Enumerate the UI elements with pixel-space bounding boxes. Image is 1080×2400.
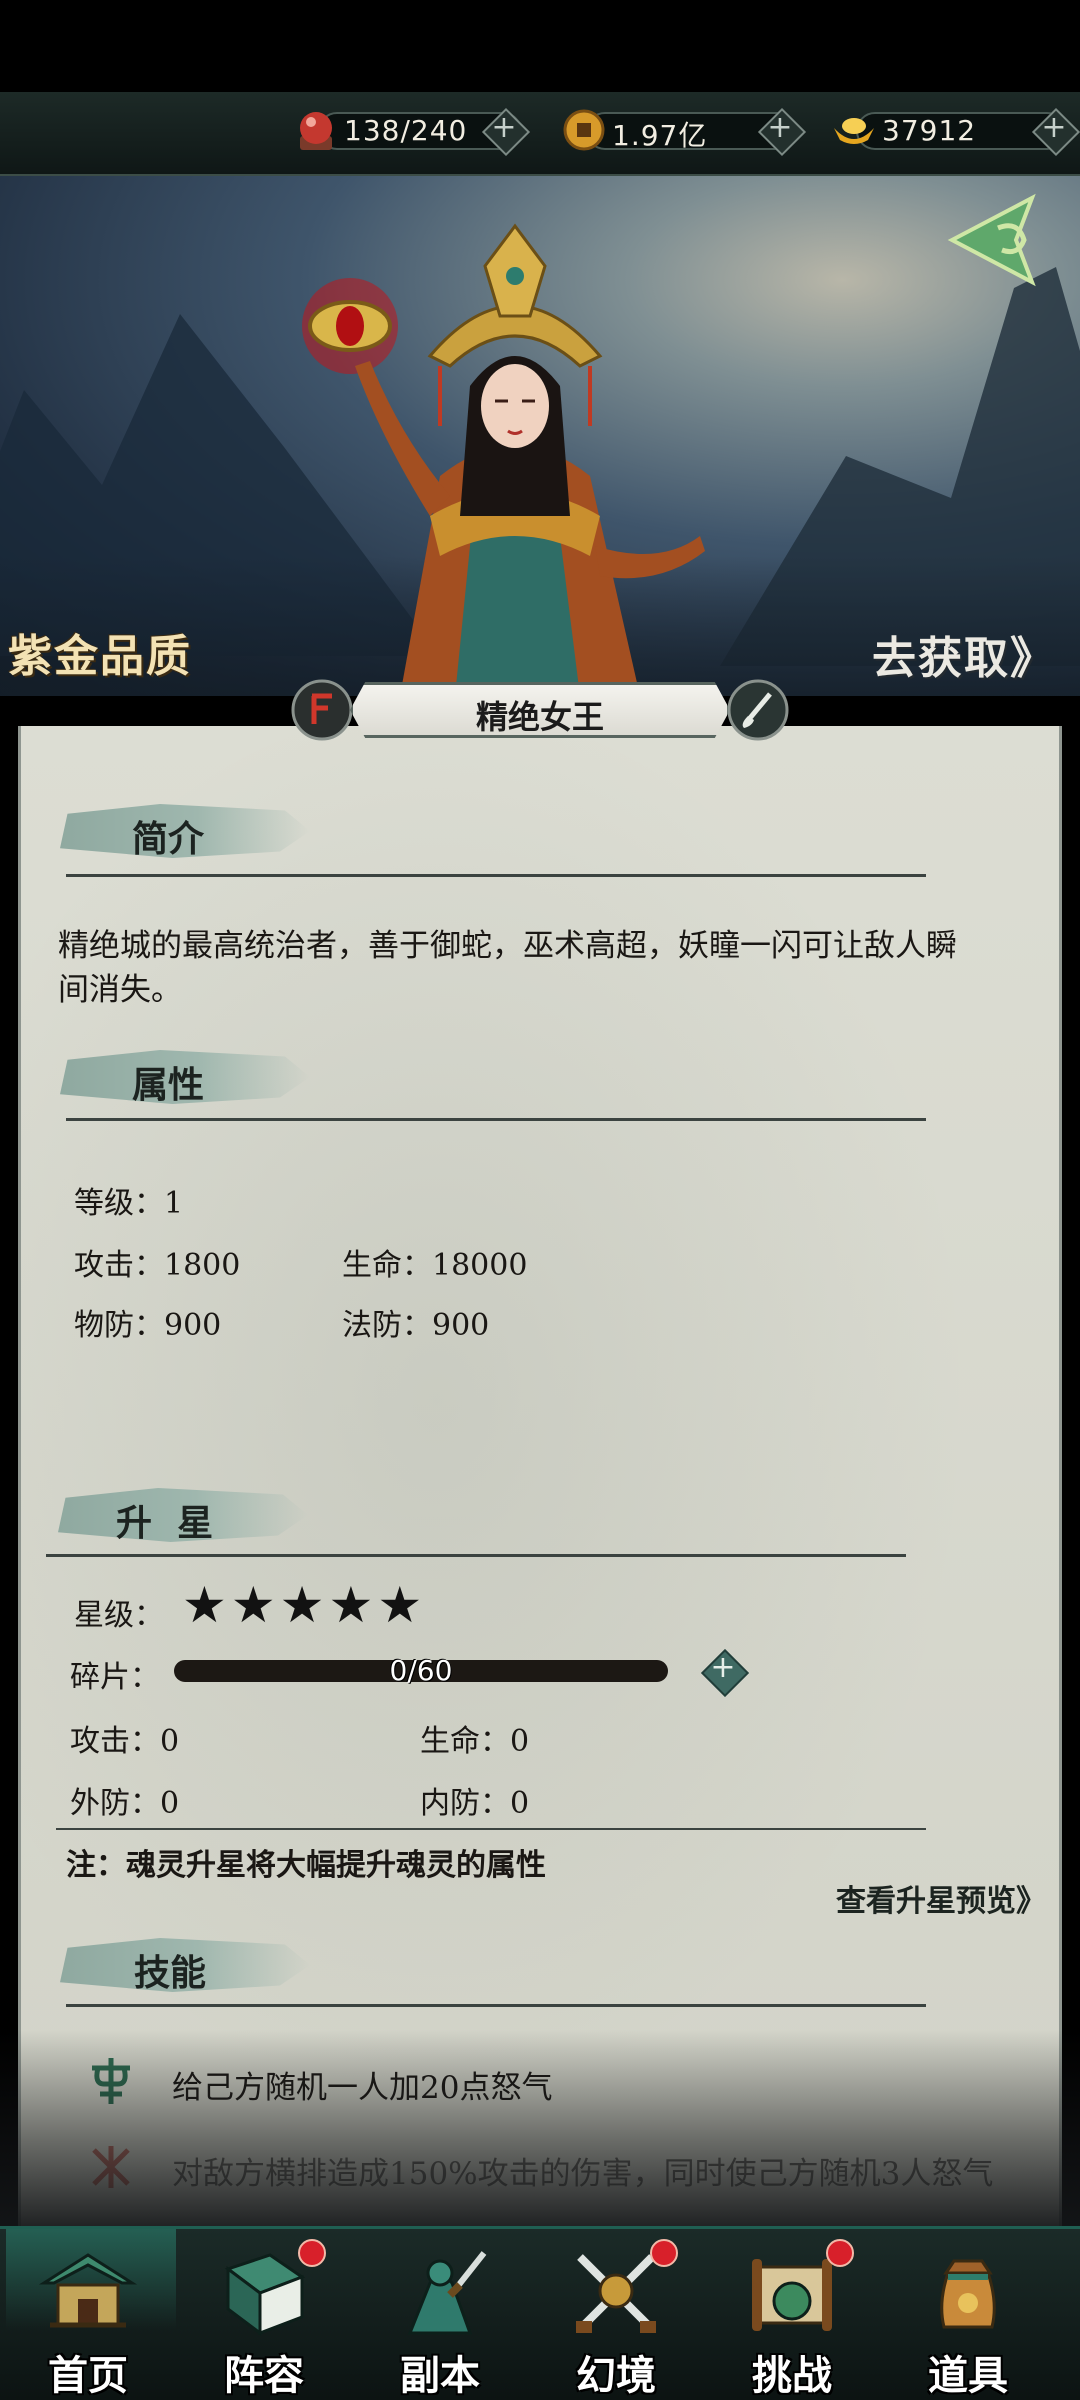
- notification-badge: [298, 2239, 326, 2267]
- star-icon: ★: [230, 1576, 276, 1634]
- star-attack: 攻击：0: [70, 1724, 180, 1759]
- hero-portrait: [302, 223, 705, 696]
- attr-phys-def: 物防：900: [74, 1308, 222, 1343]
- star-preview-link[interactable]: 查看升星预览》: [836, 1876, 1046, 1920]
- shard-label: 碎片：: [70, 1660, 160, 1695]
- nav-label: 挑战: [752, 2352, 832, 2399]
- section-attributes-title: 属性: [132, 1064, 205, 1106]
- section-skills-title: 技能: [134, 1952, 207, 1994]
- section-star-title: 升 星: [116, 1502, 214, 1544]
- resource-stamina: 138/240: [292, 106, 526, 154]
- copper-coin-icon: [563, 109, 605, 151]
- resource-coin: 1.97亿: [560, 106, 810, 154]
- coin-value: 1.97亿: [612, 119, 708, 152]
- hero-description: 精绝城的最高统治者，善于御蛇，巫术高超，妖瞳一闪可让敌人瞬间消失。: [58, 928, 957, 1008]
- attr-magic-def: 法防：900: [342, 1308, 490, 1343]
- bottom-nav: 首页 阵容 副本 幻境 挑战 道具: [0, 2226, 1080, 2400]
- stamina-orb-icon: [300, 112, 332, 150]
- star-icon: ★: [328, 1576, 374, 1634]
- faction-badge-icon: [291, 679, 353, 741]
- gold-ingot-icon: [834, 118, 874, 144]
- star-rating: ★ ★ ★ ★ ★: [182, 1580, 422, 1630]
- nav-label: 首页: [48, 2352, 128, 2399]
- sword-warrior-icon: [407, 2251, 487, 2335]
- pouch-icon: [940, 2259, 996, 2329]
- quality-label: 紫金品质: [8, 631, 192, 682]
- notification-badge: [826, 2239, 854, 2267]
- gold-value: 37912: [882, 114, 977, 147]
- nav-item-illusion[interactable]: 幻境: [528, 2229, 704, 2400]
- divider: [56, 1828, 926, 1830]
- nav-label: 副本: [400, 2352, 480, 2399]
- resource-gold: 37912: [830, 106, 1080, 154]
- divider: [46, 1554, 906, 1557]
- hero-name: 精绝女王: [475, 698, 604, 736]
- star-hp: 生命：0: [420, 1724, 530, 1759]
- shard-progress-bar: 0/60: [174, 1654, 668, 1687]
- add-shard-button[interactable]: [700, 1648, 746, 1694]
- palace-icon: [38, 2253, 138, 2328]
- skill-description: 对敌方横排造成150%攻击的伤害，同时使己方随机3人怒气: [172, 2156, 994, 2192]
- section-attributes-header: 属性: [60, 1044, 310, 1110]
- nav-item-items[interactable]: 道具: [880, 2229, 1056, 2400]
- section-skills-header: 技能: [60, 1932, 310, 1998]
- add-gold-button[interactable]: [1032, 108, 1076, 152]
- attr-attack: 攻击：1800: [74, 1248, 241, 1283]
- nav-item-dungeon[interactable]: 副本: [352, 2229, 528, 2400]
- shard-progress-text: 0/60: [389, 1654, 453, 1687]
- stamina-value: 138/240: [344, 114, 468, 147]
- add-stamina-button[interactable]: [482, 108, 526, 152]
- resource-bar: 138/240 1.97亿 37912: [0, 92, 1080, 176]
- section-intro-header: 简介: [60, 798, 310, 864]
- notification-badge: [650, 2239, 678, 2267]
- add-coin-button[interactable]: [758, 108, 802, 152]
- skill-rage-icon: [92, 2146, 130, 2188]
- star-note: 注：魂灵升星将大幅提升魂灵的属性: [66, 1848, 546, 1883]
- back-arrow-icon[interactable]: [946, 190, 1058, 290]
- star-icon: ★: [279, 1576, 325, 1634]
- nav-item-lineup[interactable]: 阵容: [176, 2229, 352, 2400]
- hero-nameplate: 精绝女王: [290, 679, 790, 741]
- brush-icon[interactable]: [726, 678, 790, 742]
- star-level-label: 星级：: [74, 1598, 164, 1633]
- nav-label: 阵容: [224, 2352, 304, 2399]
- skill-description: 给己方随机一人加20点怒气: [172, 2070, 553, 2106]
- star-inner-def: 内防：0: [420, 1786, 530, 1821]
- section-intro-title: 简介: [132, 818, 205, 860]
- star-outer-def: 外防：0: [70, 1786, 180, 1821]
- nav-item-challenge[interactable]: 挑战: [704, 2229, 880, 2400]
- star-icon: ★: [182, 1576, 227, 1634]
- divider: [66, 2004, 926, 2007]
- obtain-link[interactable]: 去获取》: [872, 622, 1056, 686]
- system-status-bar: [0, 0, 1080, 92]
- hero-banner: 紫金品质 去获取》: [0, 176, 1080, 696]
- attr-hp: 生命：18000: [342, 1248, 528, 1283]
- nav-label: 幻境: [576, 2352, 656, 2399]
- divider: [66, 1118, 926, 1121]
- section-star-header: 升 星: [58, 1482, 308, 1548]
- skill-band-icon: [92, 2058, 130, 2104]
- star-icon: ★: [377, 1576, 423, 1634]
- nav-item-home[interactable]: 首页: [0, 2229, 176, 2400]
- nav-label: 道具: [928, 2352, 1008, 2399]
- divider: [66, 874, 926, 877]
- attr-level: 等级：1: [74, 1186, 184, 1221]
